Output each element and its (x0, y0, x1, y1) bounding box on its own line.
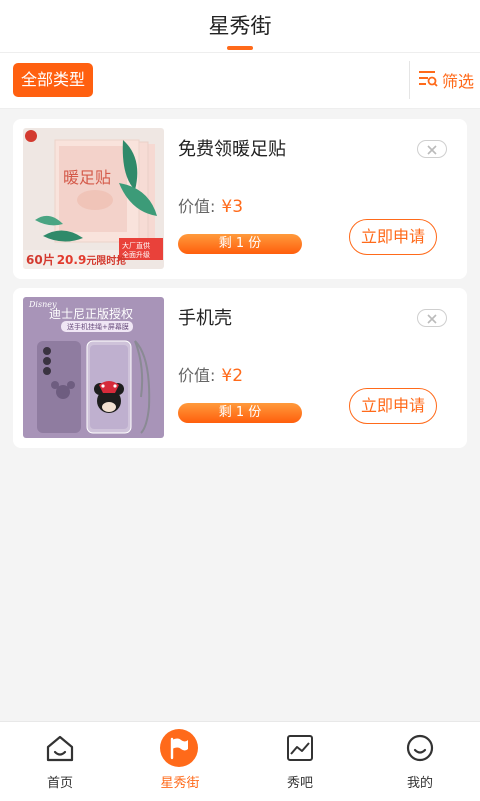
page-title: 星秀街 (208, 14, 272, 38)
tab-label: 秀吧 (286, 776, 313, 791)
filter-button[interactable]: 筛选 (418, 67, 474, 93)
svg-text:送手机挂绳+屏幕膜: 送手机挂绳+屏幕膜 (67, 322, 129, 331)
title-underline (227, 46, 253, 50)
price-label: 价值: (178, 197, 216, 216)
tab-show-bar[interactable]: 秀吧 (240, 722, 360, 801)
product-image-foot-warmer[interactable]: 暖足贴 大厂直供 全面升级 60片 20.9元限时抢 (23, 128, 164, 269)
price-row: 价值: ¥2 (178, 362, 243, 386)
smile-icon (404, 732, 436, 764)
apply-button[interactable]: 立即申请 (349, 388, 437, 424)
bottom-tab-bar: 首页 星秀街 秀吧 我的 (0, 721, 480, 801)
close-icon (427, 309, 437, 328)
tab-mine[interactable]: 我的 (360, 722, 480, 801)
product-image-phone-case[interactable]: Disney 迪士尼正版授权 送手机挂绳+屏幕膜 (23, 297, 164, 438)
all-types-button[interactable]: 全部类型 (13, 63, 93, 97)
tab-label: 星秀街 (160, 776, 200, 791)
price-row: 价值: ¥3 (178, 193, 243, 217)
top-header: 星秀街 (0, 0, 480, 53)
filter-icon (418, 69, 438, 91)
product-name: 手机壳 (178, 308, 232, 329)
svg-text:大厂直供: 大厂直供 (122, 241, 150, 250)
price-value: ¥3 (221, 197, 244, 217)
filter-divider (409, 61, 410, 99)
product-name: 免费领暖足贴 (178, 139, 286, 160)
close-icon (427, 140, 437, 159)
tab-star-street[interactable]: 星秀街 (120, 722, 240, 801)
filter-label: 筛选 (442, 72, 475, 91)
photo-icon (284, 732, 316, 764)
stock-bar: 剩 1 份 (178, 403, 302, 423)
stock-bar: 剩 1 份 (178, 234, 302, 254)
dismiss-button[interactable] (417, 309, 447, 327)
apply-button[interactable]: 立即申请 (349, 219, 437, 255)
product-card[interactable]: 暖足贴 大厂直供 全面升级 60片 20.9元限时抢 免费领暖足贴 价值: ¥3 剩… (13, 119, 467, 279)
flag-icon (160, 729, 198, 767)
price-value: ¥2 (221, 366, 244, 386)
tab-label: 首页 (46, 776, 73, 791)
price-label: 价值: (178, 366, 216, 385)
tab-label: 我的 (406, 776, 433, 791)
svg-text:暖足贴: 暖足贴 (63, 168, 111, 187)
product-card[interactable]: Disney 迪士尼正版授权 送手机挂绳+屏幕膜 手机壳 价值: ¥2 剩 1 … (13, 288, 467, 448)
tab-home[interactable]: 首页 (0, 722, 120, 801)
filter-bar: 全部类型 筛选 (0, 53, 480, 109)
home-icon (44, 732, 76, 764)
dismiss-button[interactable] (417, 140, 447, 158)
svg-text:迪士尼正版授权: 迪士尼正版授权 (49, 306, 133, 321)
